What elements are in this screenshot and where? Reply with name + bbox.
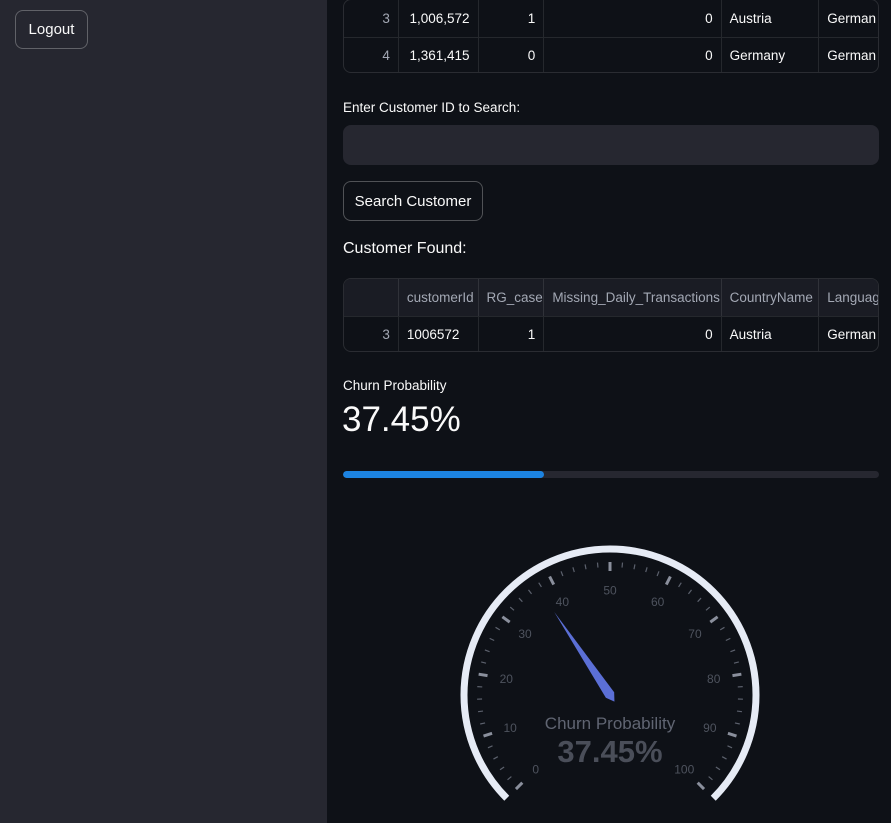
country-cell: Austria	[720, 0, 819, 37]
gauge-tick	[499, 766, 505, 771]
gauge-tick	[656, 571, 660, 577]
customers-table[interactable]: 3 1,006,572 1 0 Austria German 4 1,361,4…	[343, 0, 879, 73]
row-index: 3	[382, 11, 390, 26]
gauge-tick	[495, 626, 501, 631]
gauge-tick	[507, 776, 512, 781]
gauge-tick	[478, 672, 488, 678]
gauge-tick-label: 20	[500, 672, 514, 686]
search-label: Enter Customer ID to Search:	[343, 100, 521, 115]
logout-button[interactable]: Logout	[15, 10, 88, 49]
country-cell: Germany	[720, 38, 819, 72]
result-table[interactable]: customerId RG_case Missing_Daily_Transac…	[343, 278, 879, 352]
rg-case-cell: 0	[477, 38, 544, 72]
gauge-title: Churn Probability	[545, 714, 676, 733]
gauge-tick-label: 60	[651, 595, 665, 609]
customer-id-cell: 1,361,415	[397, 38, 478, 72]
customer-found-heading: Customer Found:	[343, 240, 467, 257]
gauge-tick-label: 50	[603, 584, 617, 598]
gauge-tick	[732, 672, 742, 678]
gauge-tick-label: 0	[532, 763, 539, 777]
gauge-tick	[733, 661, 739, 664]
gauge-tick	[687, 589, 692, 595]
gauge-tick	[501, 615, 511, 624]
gauge-tick	[721, 756, 727, 760]
metric-label: Churn Probability	[343, 378, 447, 393]
table-row[interactable]: 3 1006572 1 0 Austria German	[344, 316, 878, 351]
gauge-tick-label: 90	[703, 721, 717, 735]
country-cell: Austria	[720, 317, 819, 351]
gauge-tick	[560, 571, 564, 577]
gauge-tick	[736, 710, 743, 713]
gauge-tick	[697, 597, 702, 603]
gauge-tick	[678, 582, 682, 588]
gauge-tick	[734, 722, 740, 725]
gauge-tick	[705, 606, 711, 611]
gauge-tick	[480, 722, 486, 725]
rg-case-cell: 1	[477, 317, 544, 351]
gauge-tick	[727, 731, 737, 738]
customer-id-cell: 1006572	[397, 317, 478, 351]
missing-transactions-cell: 0	[543, 0, 720, 37]
gauge-tick	[645, 567, 648, 573]
gauge-tick	[715, 766, 721, 771]
gauge-value: 37.45%	[557, 734, 662, 769]
gauge-tick	[719, 626, 725, 631]
language-cell: German	[818, 0, 878, 37]
gauge-tick	[709, 615, 719, 624]
gauge-tick	[481, 661, 487, 664]
gauge-needle	[554, 611, 615, 702]
gauge-tick-label: 100	[674, 763, 694, 777]
customer-id-search-input[interactable]	[343, 125, 879, 165]
table-row[interactable]: 4 1,361,415 0 0 Germany German	[344, 37, 878, 72]
gauge-tick	[518, 597, 523, 603]
churn-progress-bar	[343, 471, 879, 478]
missing-transactions-cell: 0	[543, 38, 720, 72]
gauge-tick	[664, 575, 672, 586]
table-header-row: customerId RG_case Missing_Daily_Transac…	[344, 279, 878, 316]
row-index: 3	[382, 326, 390, 342]
gauge-tick	[730, 649, 736, 653]
language-cell: German	[818, 38, 878, 72]
header-country[interactable]: CountryName	[720, 279, 819, 316]
search-customer-button[interactable]: Search Customer	[343, 181, 483, 221]
rg-case-cell: 1	[477, 0, 544, 37]
gauge-tick	[509, 606, 515, 611]
customer-id-cell: 1,006,572	[397, 0, 478, 37]
gauge-tick	[725, 637, 731, 642]
gauge-tick	[514, 781, 524, 791]
gauge-tick	[538, 582, 542, 588]
gauge-tick	[708, 776, 713, 781]
header-rg-case[interactable]: RG_case	[477, 279, 544, 316]
gauge-tick-label: 40	[556, 595, 570, 609]
gauge-tick	[487, 745, 493, 749]
sidebar: Logout	[0, 0, 327, 823]
gauge-tick	[633, 564, 636, 570]
metric-value: 37.45%	[342, 400, 461, 439]
header-missing-transactions[interactable]: Missing_Daily_Transactions	[543, 279, 721, 316]
gauge-tick-label: 30	[518, 627, 532, 641]
row-index: 4	[382, 47, 390, 63]
gauge-tick	[696, 781, 706, 791]
gauge-tick-label: 80	[707, 672, 721, 686]
gauge-tick-label: 70	[688, 627, 702, 641]
gauge-tick	[727, 745, 733, 749]
gauge-tick	[528, 589, 533, 595]
gauge-tick-label: 10	[503, 721, 517, 735]
gauge-tick	[584, 564, 587, 570]
gauge-tick	[483, 731, 493, 738]
gauge-tick	[477, 710, 484, 713]
churn-gauge: 0 10 20 30 40 50 60 70 80 90 100 Churn Probability…	[460, 545, 760, 801]
language-cell: German	[818, 317, 878, 351]
churn-progress-fill	[343, 471, 544, 478]
header-language[interactable]: Languag	[818, 279, 878, 316]
gauge-tick	[548, 575, 556, 586]
gauge-tick	[489, 637, 495, 642]
gauge-tick	[484, 649, 490, 653]
gauge-tick	[493, 756, 499, 760]
table-row[interactable]: 3 1,006,572 1 0 Austria German	[344, 0, 878, 37]
header-index	[344, 279, 398, 316]
gauge-tick	[572, 567, 575, 573]
header-customer-id[interactable]: customerId	[397, 279, 478, 316]
missing-transactions-cell: 0	[543, 317, 720, 351]
